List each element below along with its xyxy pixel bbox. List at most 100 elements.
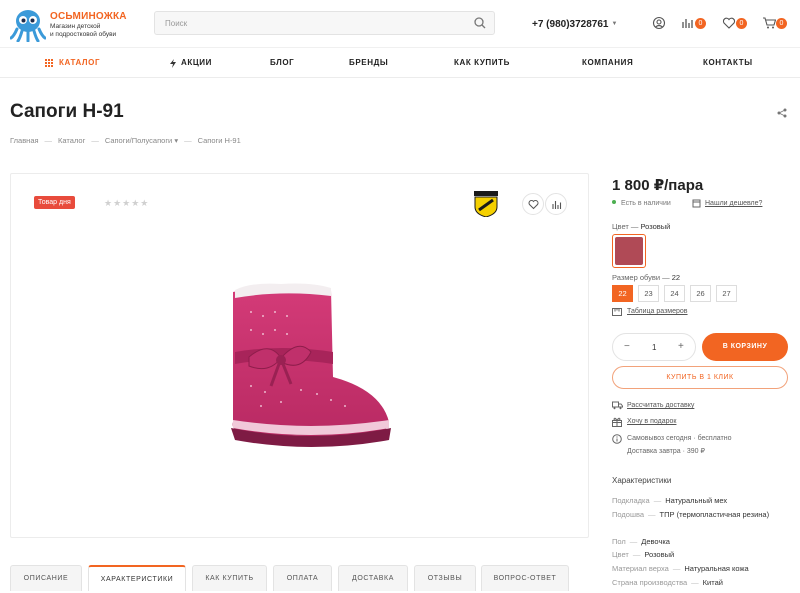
characteristic-value: Розовый: [644, 550, 675, 559]
found-cheaper-link[interactable]: Нашли дешевле?: [705, 200, 762, 207]
gift-icon: [612, 417, 622, 427]
price-tag-icon: [692, 199, 701, 208]
search-icon[interactable]: [474, 17, 486, 29]
add-to-cart-button[interactable]: В КОРЗИНУ: [702, 333, 788, 361]
breadcrumb-catalog[interactable]: Каталог: [58, 136, 85, 145]
nav-item-catalog[interactable]: КАТАЛОГ: [59, 58, 100, 67]
logo-tagline-line-2: и подростковой обуви: [50, 31, 117, 38]
compare-count-badge: 0: [695, 18, 706, 29]
size-label-text: Размер обуви: [612, 273, 661, 282]
tab-questions[interactable]: ВОПРОС-ОТВЕТ: [481, 565, 569, 591]
tab-delivery[interactable]: ДОСТАВКА: [338, 565, 408, 591]
characteristic-key: Материал верха: [612, 564, 669, 573]
tab-description[interactable]: ОПИСАНИЕ: [10, 565, 82, 591]
search-box: [154, 11, 495, 35]
compare-icon: [552, 201, 562, 209]
site-header: ОСЬМИНОЖКА Магазин детской и подростковой…: [0, 0, 800, 47]
compare-icon[interactable]: [681, 16, 695, 30]
characteristic-row: Подошва — ТПР (термопластичная резина): [612, 510, 770, 519]
characteristic-value: Натуральная кожа: [684, 564, 749, 573]
nav-item-company[interactable]: КОМПАНИЯ: [582, 58, 633, 67]
share-icon[interactable]: [777, 108, 787, 118]
nav-item-contacts[interactable]: КОНТАКТЫ: [703, 58, 753, 67]
size-table-link[interactable]: Таблица размеров: [627, 308, 688, 315]
delivery-info: Доставка завтра · 390 ₽: [627, 448, 705, 455]
octopus-logo-icon[interactable]: [10, 8, 46, 42]
stock-status: Есть в наличии: [612, 200, 671, 207]
phone-dropdown-caret-icon[interactable]: ▼: [611, 21, 617, 27]
cart-count-badge: 0: [776, 18, 787, 29]
breadcrumb-caret-icon[interactable]: ▾: [174, 136, 178, 145]
nav-item-brands[interactable]: БРЕНДЫ: [349, 58, 388, 67]
product-gallery: Товар дня ★★★★★: [10, 173, 589, 538]
ruler-icon: [612, 308, 622, 316]
characteristic-value: Китай: [702, 578, 723, 587]
size-label: Размер обуви — 22: [612, 273, 681, 282]
logo-tagline: Магазин детской и подростковой обуви: [50, 23, 116, 39]
lightning-icon: [170, 59, 176, 68]
tab-how-to-buy[interactable]: КАК КУПИТЬ: [192, 565, 267, 591]
calculate-delivery-link[interactable]: Рассчитать доставку: [627, 402, 694, 409]
size-option-23[interactable]: 23: [638, 285, 659, 302]
characteristic-key: Цвет: [612, 550, 629, 559]
nav-item-promotions[interactable]: АКЦИИ: [181, 58, 212, 67]
quantity-stepper: − 1 +: [612, 333, 696, 361]
buy-one-click-button[interactable]: КУПИТЬ В 1 КЛИК: [612, 366, 788, 389]
heart-icon[interactable]: [722, 16, 736, 30]
pickup-info: Самовывоз сегодня · бесплатно: [627, 435, 732, 442]
phone-number[interactable]: +7 (980)3728761 ▼: [532, 19, 617, 30]
page-title: Сапоги H-91: [10, 101, 124, 122]
color-label: Цвет — Розовый: [612, 222, 671, 231]
color-swatch-pink[interactable]: [612, 234, 646, 268]
characteristic-key: Пол: [612, 537, 626, 546]
heart-icon: [528, 200, 539, 210]
deal-of-day-badge: Товар дня: [34, 196, 75, 209]
characteristic-row: Материал верха — Натуральная кожа: [612, 564, 749, 573]
nav-item-how-to-buy[interactable]: КАК КУПИТЬ: [454, 58, 510, 67]
cart-icon[interactable]: [762, 16, 776, 30]
quantity-decrease-button[interactable]: −: [624, 341, 630, 352]
logo-name[interactable]: ОСЬМИНОЖКА: [50, 11, 127, 22]
search-input[interactable]: [155, 12, 455, 34]
characteristic-row: Подкладка — Натуральный мех: [612, 496, 728, 505]
product-price: 1 800 ₽/пара: [612, 177, 704, 194]
characteristic-row: Цвет — Розовый: [612, 550, 675, 559]
characteristic-key: Страна производства: [612, 578, 688, 587]
breadcrumb-current: Сапоги H-91: [197, 136, 241, 145]
quantity-value[interactable]: 1: [652, 343, 656, 352]
quantity-increase-button[interactable]: +: [678, 341, 684, 352]
add-to-compare-button[interactable]: [545, 193, 567, 215]
phone-text[interactable]: +7 (980)3728761: [532, 19, 608, 30]
characteristic-key: Подошва: [612, 510, 645, 519]
main-nav: КАТАЛОГ АКЦИИ БЛОГ БРЕНДЫ КАК КУПИТЬ КОМ…: [0, 47, 800, 78]
tab-characteristics[interactable]: ХАРАКТЕРИСТИКИ: [88, 565, 186, 591]
characteristics-heading: Характеристики: [612, 476, 672, 485]
user-profile-icon[interactable]: [652, 16, 666, 30]
nav-item-blog[interactable]: БЛОГ: [270, 58, 294, 67]
info-icon: [612, 434, 622, 444]
stock-text: Есть в наличии: [621, 200, 671, 207]
characteristic-value: Натуральный мех: [665, 496, 728, 505]
size-option-27[interactable]: 27: [716, 285, 737, 302]
rating-stars[interactable]: ★★★★★: [104, 198, 149, 209]
breadcrumb-home[interactable]: Главная: [10, 136, 39, 145]
logo-tagline-line-1: Магазин детской: [50, 23, 101, 30]
breadcrumb-category[interactable]: Сапоги/Полусапоги: [105, 136, 172, 145]
characteristic-key: Подкладка: [612, 496, 650, 505]
tab-payment[interactable]: ОПЛАТА: [273, 565, 332, 591]
color-label-text: Цвет: [612, 222, 629, 231]
breadcrumb: Главная — Каталог — Сапоги/Полусапоги ▾ — Сапо…: [10, 136, 241, 145]
size-option-26[interactable]: 26: [690, 285, 711, 302]
characteristic-value: Девочка: [641, 537, 670, 546]
gift-link[interactable]: Хочу в подарок: [627, 418, 676, 425]
brand-logo-icon[interactable]: [474, 191, 498, 217]
catalog-grid-icon[interactable]: [45, 59, 53, 67]
add-to-favorites-button[interactable]: [522, 193, 544, 215]
characteristic-row: Страна производства — Китай: [612, 578, 723, 587]
size-option-24[interactable]: 24: [664, 285, 685, 302]
in-stock-dot-icon: [612, 200, 616, 204]
product-image[interactable]: [221, 282, 401, 462]
tab-reviews[interactable]: ОТЗЫВЫ: [414, 565, 476, 591]
size-option-22[interactable]: 22: [612, 285, 633, 302]
size-value: 22: [671, 273, 681, 282]
